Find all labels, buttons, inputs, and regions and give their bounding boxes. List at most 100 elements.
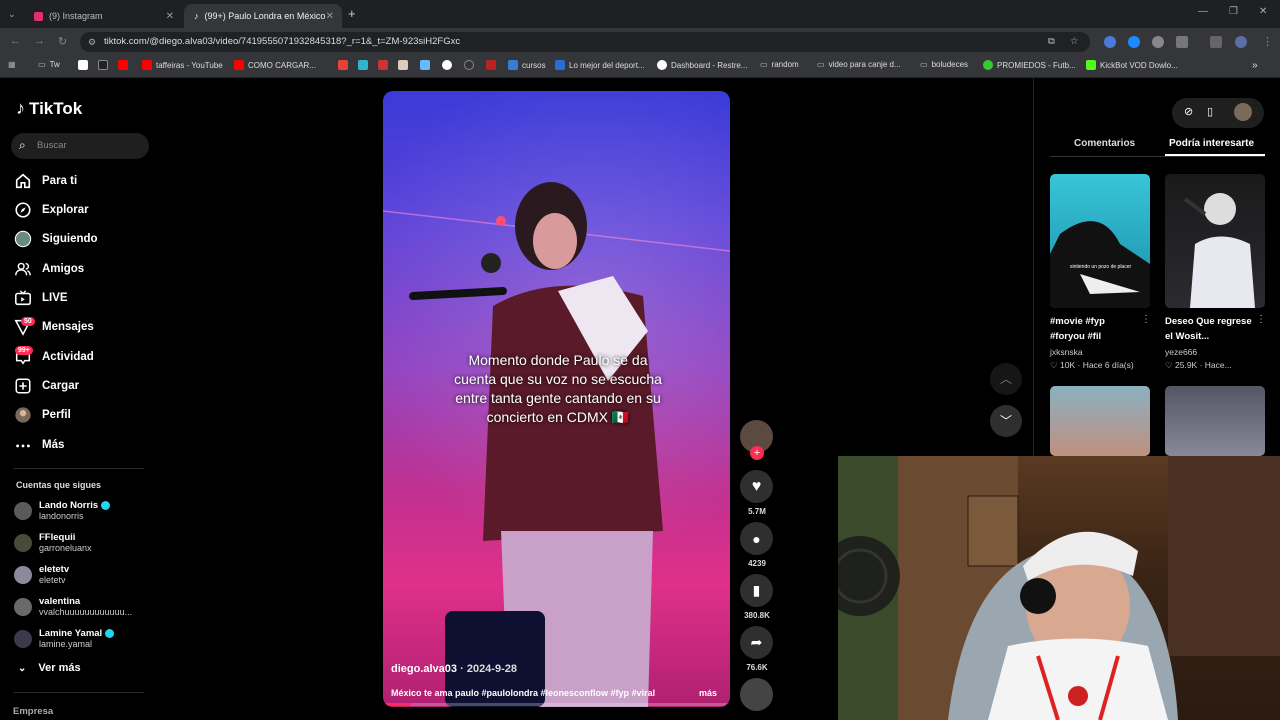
suggested-video-thumbnail[interactable]: sintiendo un pozo de placer [1050,174,1150,308]
bookmark-icon [398,60,408,70]
restore-button[interactable]: ❐ [1229,6,1238,17]
extension-icon[interactable] [1128,36,1140,48]
tab-title: (99+) Paulo Londra en México: C [204,11,325,21]
tab-podria-interesarte[interactable]: Podría interesarte [1169,138,1254,149]
chevron-up-icon: ︿ [999,372,1012,386]
bookmark-icon-only[interactable] [118,60,128,70]
previous-video-button[interactable]: ︿ [990,363,1022,395]
bookmark-youtube[interactable]: taffeiras - YouTube [142,60,223,70]
next-video-button[interactable]: ﹀ [990,405,1022,437]
more-options-icon[interactable]: ⋮ [1141,314,1151,325]
video-author-row[interactable]: diego.alva03 · 2024-9-28 [391,663,517,675]
menu-icon[interactable]: ⋮ [1262,35,1273,48]
back-icon[interactable]: ← [10,35,21,47]
bookmark-dashboard[interactable]: Dashboard - Restre... [657,60,747,70]
suggested-video-thumbnail[interactable] [1165,174,1265,308]
bookmark-video-canje[interactable]: ▭ video para canje d... [817,60,901,69]
nav-explorar[interactable]: Explorar [14,201,89,219]
suggested-video-user[interactable]: jxksnska [1050,347,1083,357]
more-bookmarks-icon[interactable]: » [1252,60,1258,71]
followed-account[interactable]: Lando Norris landonorris [14,500,111,521]
site-info-icon[interactable]: ⚙ [88,32,96,52]
more-button[interactable]: más [699,688,717,698]
bookmark-cursos[interactable]: cursos [508,60,546,70]
apps-icon[interactable]: ▦ [8,60,16,69]
bookmark-icon-only[interactable] [486,60,496,70]
nav-label: Para ti [42,175,78,187]
music-disc[interactable] [740,678,773,711]
saves-count: 380.8K [744,611,770,620]
new-tab-button[interactable]: + [348,6,356,21]
save-button[interactable]: ▮ [740,574,773,607]
bookmark-icon-only[interactable] [464,60,474,70]
suggested-video-title[interactable]: Deseo Que regrese el Wosit... [1165,314,1255,344]
star-icon[interactable]: ☆ [1070,32,1079,52]
tab-comentarios[interactable]: Comentarios [1074,138,1135,149]
bookmark-icon-only[interactable] [78,60,88,70]
close-icon[interactable]: ✕ [326,11,334,22]
puzzle-icon[interactable] [1176,36,1188,48]
share-button[interactable]: ➦ [740,626,773,659]
nav-live[interactable]: LIVE [14,289,68,307]
bookmark-icon-only[interactable] [420,60,430,70]
compass-icon[interactable]: ⊘ [1184,105,1193,118]
video-player[interactable]: Momento donde Paulo se da cuenta que su … [383,91,730,707]
bookmark-folder[interactable]: ▭ Tw [38,60,60,69]
bookmark-icon-only[interactable] [98,60,108,70]
follow-button[interactable]: + [750,446,764,460]
followed-account[interactable]: valentina vvalchuuuuuuuuuuuu... [14,596,132,617]
divider [14,692,144,693]
followed-account[interactable]: FFlequii garroneluanx [14,532,92,553]
progress-bar[interactable] [383,703,730,706]
bookmark-icon-only[interactable] [338,60,348,70]
nav-amigos[interactable]: Amigos [14,260,84,278]
forward-icon[interactable]: → [34,35,45,47]
phone-icon[interactable]: ▯ [1207,105,1213,118]
video-author[interactable]: diego.alva03 [391,663,457,675]
translate-icon[interactable] [1104,36,1116,48]
followed-account[interactable]: Lamine Yamal lamine.yamal [14,628,115,649]
profile-avatar[interactable] [1234,103,1252,121]
suggested-video-title[interactable]: #movie #fyp #foryou #fil [1050,314,1140,344]
suggested-video-user[interactable]: yeze666 [1165,347,1197,357]
tab-search-icon[interactable]: ⌄ [8,9,16,20]
nav-para-ti[interactable]: Para ti [14,172,77,190]
suggested-video-thumbnail[interactable] [1050,386,1150,456]
install-icon[interactable]: ⧉ [1048,32,1055,52]
comment-button[interactable]: ● [740,522,773,555]
tiktok-logo[interactable]: ♪ TikTok [16,98,82,119]
likes-count: 25.9K [1175,360,1198,370]
followed-account[interactable]: eletetv eletetv [14,564,69,585]
bookmark-icon-only[interactable] [378,60,388,70]
extension-icon[interactable] [1152,36,1164,48]
more-options-icon[interactable]: ⋮ [1256,314,1266,325]
bookmark-icon-only[interactable] [442,60,452,70]
close-icon[interactable]: ✕ [166,11,174,22]
like-button[interactable]: ♥ [740,470,773,503]
bookmark-promiedos[interactable]: PROMIEDOS - Futb... [983,60,1076,70]
bookmark-icon-only[interactable] [398,60,408,70]
search-input[interactable]: ⌕ Buscar [11,133,149,159]
bookmark-kickbot[interactable]: KickBot VOD Dowlo... [1086,60,1178,70]
bookmark-random[interactable]: ▭ random [760,60,799,69]
media-icon[interactable] [1210,36,1222,48]
bookmark-boludeces[interactable]: ▭ boludeces [920,60,968,69]
nav-mas[interactable]: Más [14,436,64,454]
close-window-button[interactable]: ✕ [1259,6,1267,17]
footer-link[interactable]: Empresa [13,706,53,717]
suggested-video-thumbnail[interactable] [1165,386,1265,456]
nav-perfil[interactable]: Perfil [14,406,71,424]
tab-tiktok[interactable]: ♪ (99+) Paulo Londra en México: C ✕ [184,4,342,28]
nav-cargar[interactable]: Cargar [14,377,79,395]
see-more-button[interactable]: ⌄ Ver más [18,662,81,674]
nav-siguiendo[interactable]: Siguiendo [14,230,98,248]
bookmark-icon-only[interactable] [358,60,368,70]
reload-icon[interactable]: ↻ [58,35,67,48]
minimize-button[interactable]: — [1198,6,1208,17]
bookmark-como-cargar[interactable]: COMO CARGAR... [234,60,316,70]
bookmark-deporte[interactable]: Lo mejor del deport... [555,60,645,70]
profile-avatar[interactable] [1235,36,1247,48]
tab-instagram[interactable]: (9) Instagram ✕ [24,4,182,28]
browser-tab-bar: ⌄ (9) Instagram ✕ ♪ (99+) Paulo Londra e… [0,0,1280,28]
address-bar[interactable]: ⚙ tiktok.com/@diego.alva03/video/7419555… [80,32,1090,52]
